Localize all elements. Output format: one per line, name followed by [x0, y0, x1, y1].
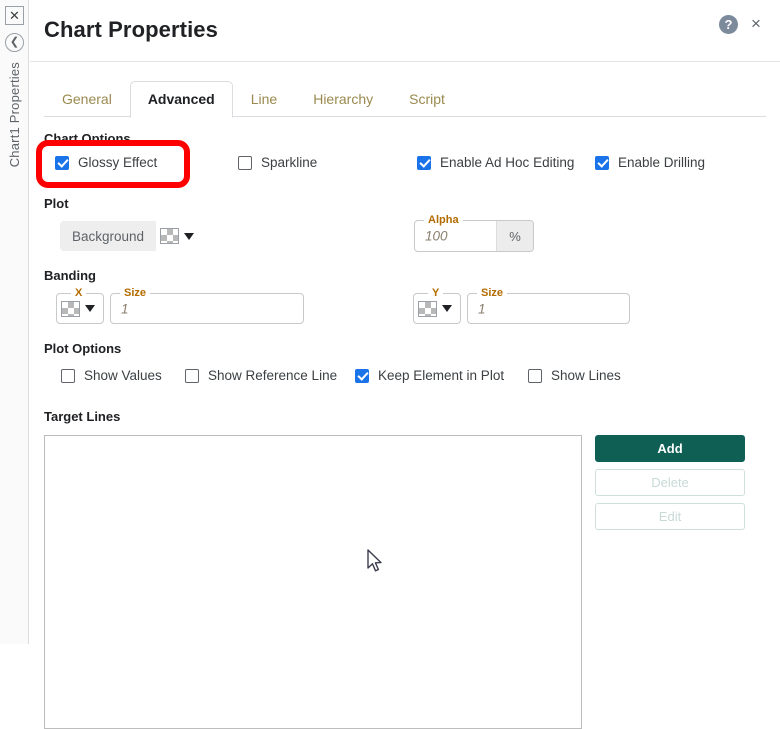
alpha-label: Alpha	[424, 214, 463, 226]
close-icon[interactable]: ×	[746, 14, 766, 34]
checkbox-label: Sparkline	[261, 155, 318, 170]
checkbox-show-values[interactable]: Show Values	[61, 368, 162, 383]
checkbox-label: Keep Element in Plot	[378, 368, 505, 383]
color-swatch-icon	[61, 300, 80, 317]
banding-y-size-label: Size	[477, 287, 508, 299]
left-rail: ✕ ❮ Chart1 Properties	[0, 0, 29, 644]
background-swatch-area[interactable]	[156, 221, 203, 251]
panel-header: Chart Properties ? ×	[30, 0, 780, 62]
checkbox-label: Show Lines	[551, 368, 621, 383]
section-title-plot-options: Plot Options	[44, 341, 122, 356]
alpha-value: 100	[425, 228, 448, 244]
checkbox-box	[238, 155, 252, 170]
alpha-suffix: %	[496, 221, 533, 251]
checkbox-keep-element-in-plot[interactable]: Keep Element in Plot	[355, 368, 504, 383]
checkbox-glossy-effect-highlighted[interactable]: Glossy Effect	[55, 155, 157, 170]
banding-y-color-picker[interactable]: Y	[413, 287, 461, 324]
add-button[interactable]: Add	[595, 435, 745, 462]
checkbox-label: Enable Ad Hoc Editing	[440, 155, 575, 170]
section-title-banding: Banding	[44, 268, 96, 283]
banding-y-size-value: 1	[478, 301, 486, 316]
chevron-left-icon[interactable]: ❮	[5, 33, 24, 52]
section-title-target-lines: Target Lines	[44, 409, 121, 424]
background-label: Background	[72, 228, 145, 244]
tab-content-advanced: Chart Options Glossy Effect Sparkline En…	[30, 117, 780, 729]
alpha-field[interactable]: Alpha 100 %	[414, 214, 534, 252]
banding-x-size-value: 1	[121, 301, 129, 316]
checkbox-label: Show Values	[84, 368, 162, 383]
color-swatch-icon	[418, 300, 437, 317]
checkbox-enable-drilling[interactable]: Enable Drilling	[595, 155, 705, 170]
tabstrip: General Advanced Line Hierarchy Script	[30, 62, 780, 118]
chevron-down-icon	[85, 305, 95, 312]
rail-panel-label: Chart1 Properties	[0, 62, 29, 262]
checkbox-box	[417, 155, 431, 170]
banding-x-label: X	[71, 287, 87, 299]
rail-panel-label-text: Chart1 Properties	[7, 62, 22, 168]
tab-advanced[interactable]: Advanced	[129, 81, 233, 118]
banding-y-label: Y	[428, 287, 444, 299]
checkbox-show-lines[interactable]: Show Lines	[528, 368, 621, 383]
close-icon[interactable]: ✕	[5, 6, 24, 25]
checkbox-box	[355, 368, 369, 383]
banding-x-size-field[interactable]: Size 1	[110, 287, 304, 324]
chevron-down-icon	[442, 305, 452, 312]
banding-x-size-label: Size	[120, 287, 151, 299]
checkbox-box	[55, 155, 69, 170]
checkbox-sparkline[interactable]: Sparkline	[238, 155, 317, 170]
tab-script[interactable]: Script	[391, 81, 463, 117]
banding-y-picker-inner	[418, 300, 456, 317]
checkbox-label: Show Reference Line	[208, 368, 338, 383]
tab-line[interactable]: Line	[233, 81, 295, 117]
checkbox-box	[528, 368, 542, 383]
banding-x-picker-inner	[61, 300, 99, 317]
chevron-down-icon	[184, 232, 195, 240]
checkbox-show-reference-line[interactable]: Show Reference Line	[185, 368, 337, 383]
checkbox-label: Enable Drilling	[618, 155, 706, 170]
background-color-button[interactable]: Background	[60, 221, 203, 251]
help-icon[interactable]: ?	[719, 15, 738, 34]
checkbox-box	[595, 155, 609, 170]
page-title: Chart Properties	[44, 17, 218, 42]
tab-hierarchy[interactable]: Hierarchy	[295, 81, 391, 117]
section-title-chart-options: Chart Options	[44, 131, 131, 146]
tab-general[interactable]: General	[44, 81, 130, 117]
chart-properties-panel: Chart Properties ? × General Advanced Li…	[30, 0, 780, 729]
color-swatch-icon	[160, 228, 180, 244]
checkbox-label: Glossy Effect	[78, 155, 158, 170]
banding-x-color-picker[interactable]: X	[56, 287, 104, 324]
checkbox-box	[61, 368, 75, 383]
tab-list: General Advanced Line Hierarchy Script	[44, 80, 463, 118]
checkbox-enable-ad-hoc-editing[interactable]: Enable Ad Hoc Editing	[417, 155, 574, 170]
checkbox-box	[185, 368, 199, 383]
target-lines-list[interactable]	[44, 435, 582, 729]
delete-button: Delete	[595, 469, 745, 496]
section-title-plot: Plot	[44, 196, 69, 211]
edit-button: Edit	[595, 503, 745, 530]
banding-y-size-field[interactable]: Size 1	[467, 287, 630, 324]
